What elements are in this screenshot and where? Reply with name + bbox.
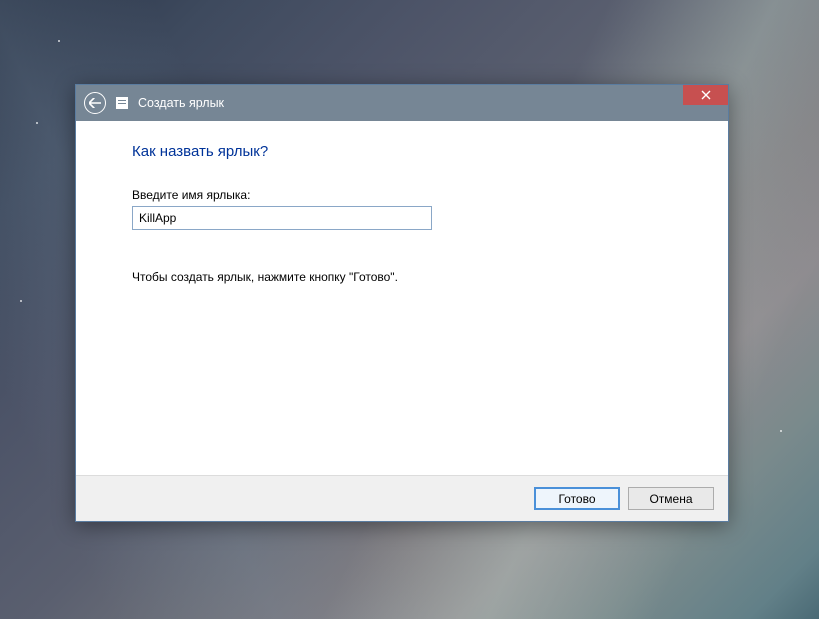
window-title: Создать ярлык xyxy=(138,96,224,110)
titlebar: Создать ярлык xyxy=(76,85,728,121)
close-icon xyxy=(701,90,711,100)
shortcut-name-input[interactable] xyxy=(132,206,432,230)
name-field-label: Введите имя ярлыка: xyxy=(132,188,672,202)
create-shortcut-dialog: Создать ярлык Как назвать ярлык? Введите… xyxy=(75,84,729,522)
page-heading: Как назвать ярлык? xyxy=(132,143,672,160)
close-button[interactable] xyxy=(683,85,728,105)
instruction-text: Чтобы создать ярлык, нажмите кнопку "Гот… xyxy=(132,270,672,284)
back-button[interactable] xyxy=(84,92,106,114)
finish-button[interactable]: Готово xyxy=(534,487,620,510)
arrow-left-icon xyxy=(89,98,101,108)
cancel-button[interactable]: Отмена xyxy=(628,487,714,510)
dialog-footer: Готово Отмена xyxy=(76,475,728,521)
shortcut-icon xyxy=(116,97,128,109)
dialog-content: Как назвать ярлык? Введите имя ярлыка: Ч… xyxy=(76,121,728,475)
